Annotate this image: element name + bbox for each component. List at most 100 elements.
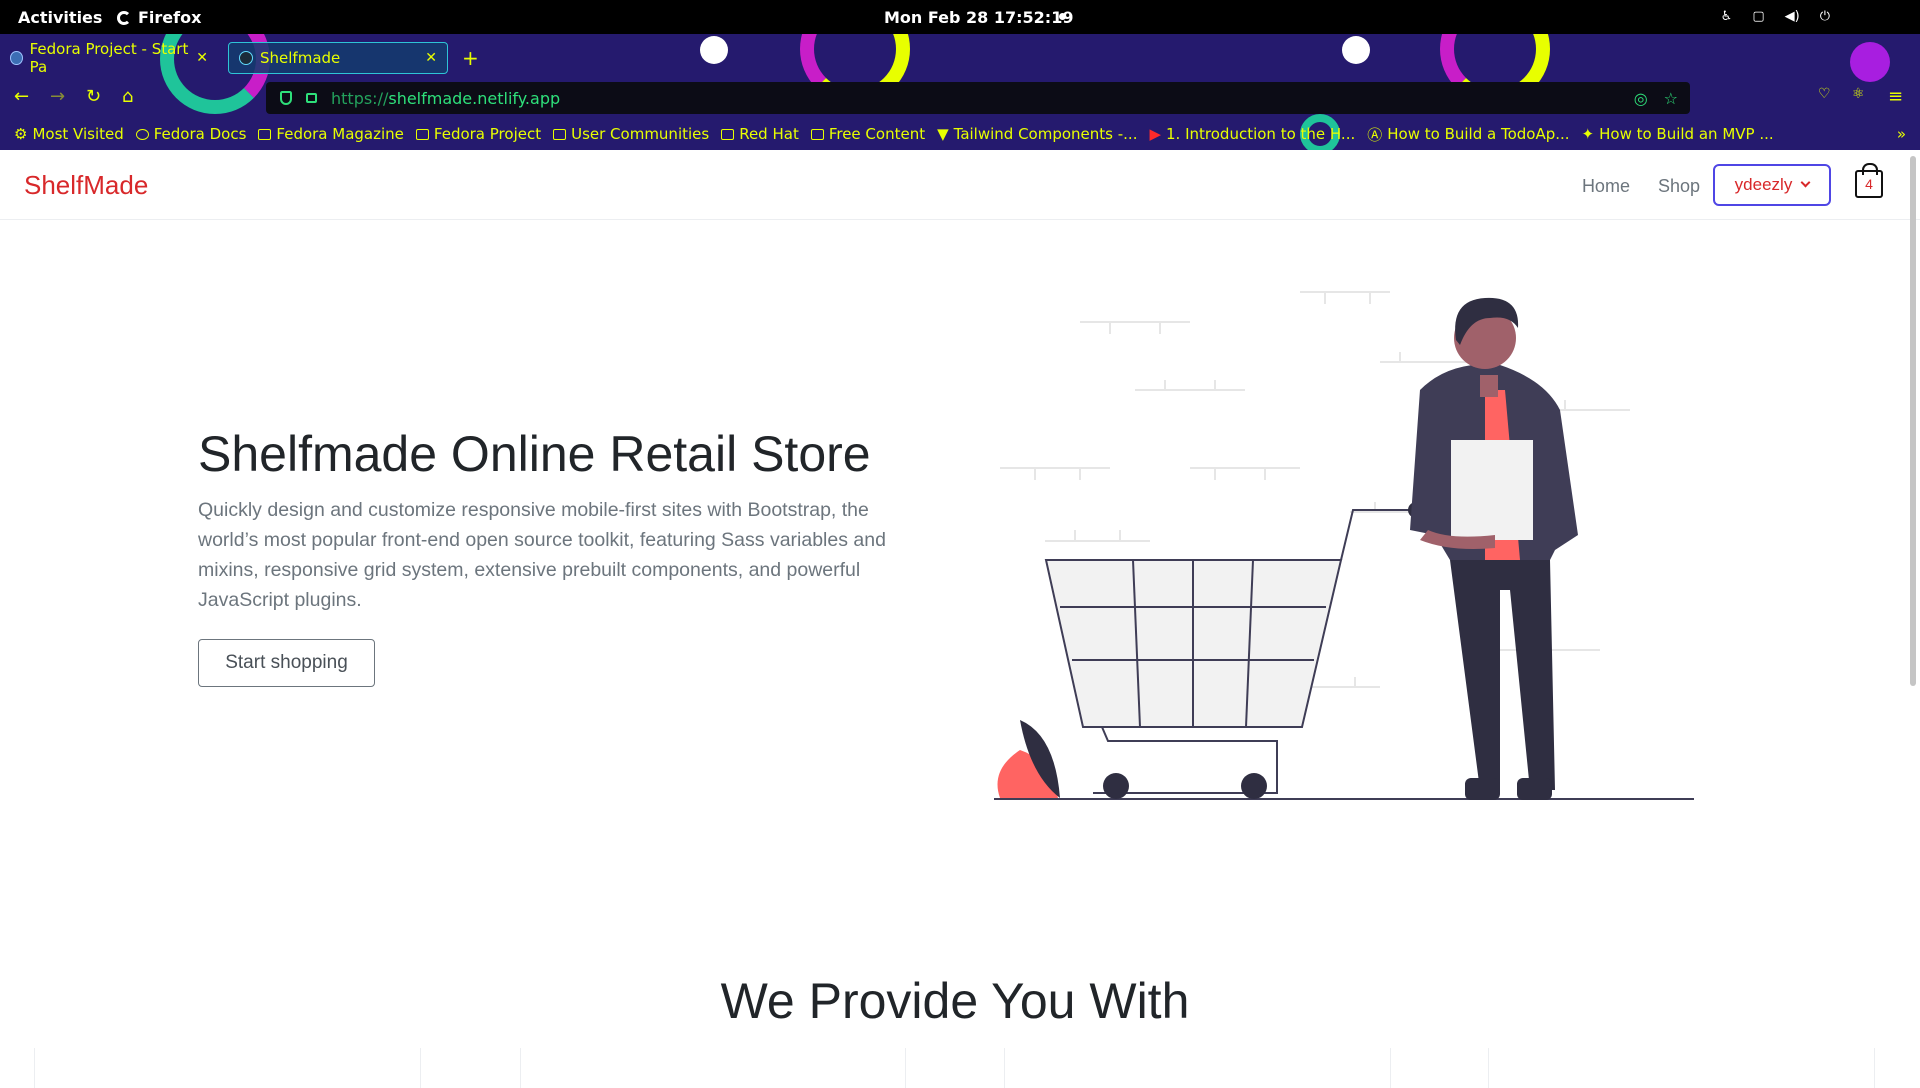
reader-view-icon[interactable]: ◎ [1634, 89, 1648, 108]
tab-label: Shelfmade [260, 49, 341, 67]
youtube-icon: ▶ [1149, 125, 1162, 143]
web-page: ShelfMade Home Shop ydeezly 4 Shelfmade … [0, 150, 1920, 1088]
tab-label: Fedora Project - Start Pa [29, 40, 189, 76]
hero-title: Shelfmade Online Retail Store [198, 426, 871, 482]
screen-icon[interactable]: ▢ [1752, 9, 1764, 24]
card-border [1874, 1048, 1875, 1088]
fedora-icon [10, 51, 23, 65]
url-protocol: https:// [331, 88, 389, 108]
lock-icon[interactable] [306, 93, 317, 103]
accessibility-icon[interactable]: ♿ [1721, 9, 1733, 24]
bookmark-tailwind[interactable]: ▼ Tailwind Components -... [931, 125, 1143, 143]
new-tab-button[interactable]: + [462, 46, 479, 70]
volume-icon[interactable]: ◀) [1785, 9, 1800, 24]
card-border [520, 1048, 521, 1088]
tailwind-icon: ▼ [937, 125, 949, 143]
navigation-toolbar: ← → ↻ ⌂ https://shelfmade.netlify.app ◎ … [0, 80, 1920, 116]
tab-strip: Fedora Project - Start Pa ✕ Shelfmade ✕ … [0, 38, 1920, 76]
card-border [34, 1048, 35, 1088]
bookmark-label: Tailwind Components -... [953, 125, 1138, 143]
bookmark-todoapp[interactable]: Ⓐ How to Build a TodoAp... [1361, 124, 1575, 145]
bookmark-label: How to Build an MVP ... [1599, 125, 1774, 143]
react-icon [239, 51, 253, 65]
bookmark-introduction[interactable]: ▶ 1. Introduction to the H... [1143, 125, 1361, 143]
system-tray[interactable]: ♿ ▢ ◀) ⏻ [1721, 9, 1830, 24]
cart-icon[interactable]: 4 [1855, 163, 1883, 198]
folder-icon [810, 128, 824, 140]
section-title: We Provide You With [720, 973, 1190, 1029]
tab-shelfmade[interactable]: Shelfmade ✕ [228, 42, 448, 74]
bookmark-label: Fedora Magazine [276, 125, 404, 143]
link-icon: ✦ [1581, 125, 1595, 143]
url-text[interactable]: https://shelfmade.netlify.app [331, 89, 560, 108]
user-dropdown-button[interactable]: ydeezly [1713, 164, 1831, 206]
bookmark-fedora-magazine[interactable]: Fedora Magazine [252, 125, 410, 143]
activities-button[interactable]: Activities [18, 8, 102, 27]
cart-wheel [1241, 773, 1267, 799]
folder-icon [415, 128, 429, 140]
nav-home[interactable]: Home [1582, 176, 1630, 197]
user-name: ydeezly [1734, 175, 1793, 194]
firefox-icon [117, 10, 131, 25]
system-top-bar: Activities Firefox Mon Feb 28 17:52:19 ♿… [0, 0, 1920, 34]
bookmark-most-visited[interactable]: ⚙ Most Visited [8, 125, 130, 143]
card-border [420, 1048, 421, 1088]
cart [1044, 509, 1413, 794]
url-bar[interactable]: https://shelfmade.netlify.app ◎ ☆ [266, 82, 1690, 114]
tab-fedora[interactable]: Fedora Project - Start Pa ✕ [0, 40, 218, 76]
page-scrollbar[interactable] [1910, 156, 1916, 686]
bookmark-label: User Communities [571, 125, 710, 143]
bookmark-star-icon[interactable]: ☆ [1664, 89, 1678, 108]
bookmarks-toolbar: ⚙ Most Visited Fedora Docs Fedora Magazin… [0, 120, 1920, 148]
bookmark-free-content[interactable]: Free Content [805, 125, 931, 143]
forward-button[interactable]: → [50, 86, 65, 107]
app-menu[interactable]: Firefox [117, 8, 201, 27]
tracking-shield-icon[interactable] [280, 91, 292, 105]
bookmark-label: 1. Introduction to the H... [1166, 125, 1356, 143]
bookmark-red-hat[interactable]: Red Hat [715, 125, 805, 143]
close-tab-icon[interactable]: ✕ [196, 50, 208, 66]
shopping-cart-illustration [994, 291, 1694, 800]
menu-icon[interactable]: ≡ [1888, 86, 1903, 107]
site-navbar: ShelfMade Home Shop ydeezly 4 [0, 150, 1920, 220]
reload-button[interactable]: ↻ [86, 86, 101, 107]
bookmark-user-communities[interactable]: User Communities [547, 125, 715, 143]
start-shopping-button[interactable]: Start shopping [198, 639, 375, 687]
bookmark-mvp[interactable]: ✦ How to Build an MVP ... [1576, 125, 1780, 143]
notification-dot-icon [1059, 13, 1066, 20]
app-name: Firefox [138, 8, 202, 27]
power-icon[interactable]: ⏻ [1820, 9, 1830, 24]
cart-wheel [1103, 773, 1129, 799]
chevron-down-icon [1800, 177, 1811, 187]
folder-icon [721, 128, 735, 140]
bookmark-label: Fedora Docs [153, 125, 247, 143]
close-tab-icon[interactable]: ✕ [425, 50, 437, 66]
browser-chrome: Fedora Project - Start Pa ✕ Shelfmade ✕ … [0, 34, 1920, 150]
hero-text: Quickly design and customize responsive … [198, 499, 886, 611]
fedora-icon [135, 128, 149, 140]
bookmark-label: Free Content [828, 125, 926, 143]
bookmark-fedora-project[interactable]: Fedora Project [410, 125, 547, 143]
cart-count: 4 [1865, 176, 1873, 192]
person [1410, 297, 1578, 800]
bookmark-label: How to Build a TodoAp... [1387, 125, 1570, 143]
bookmark-label: Red Hat [739, 125, 799, 143]
card-border [905, 1048, 906, 1088]
angular-icon: Ⓐ [1367, 125, 1383, 144]
back-button[interactable]: ← [14, 86, 29, 107]
bookmarks-overflow-icon[interactable]: » [1891, 125, 1912, 143]
nav-shop[interactable]: Shop [1658, 176, 1700, 197]
extension-icon[interactable]: ⚛ [1852, 86, 1865, 102]
clock[interactable]: Mon Feb 28 17:52:19 [884, 8, 1073, 27]
fm-icon [258, 128, 272, 140]
bookmark-label: Most Visited [32, 125, 124, 143]
card-border [1488, 1048, 1489, 1088]
card-border [1390, 1048, 1391, 1088]
card-border [1004, 1048, 1005, 1088]
url-host: shelfmade.netlify.app [388, 88, 561, 108]
pocket-icon[interactable]: ♡ [1818, 86, 1831, 102]
home-button[interactable]: ⌂ [122, 86, 133, 107]
bookmark-fedora-docs[interactable]: Fedora Docs [130, 125, 253, 143]
bookmark-label: Fedora Project [433, 125, 542, 143]
site-brand[interactable]: ShelfMade [24, 170, 148, 201]
